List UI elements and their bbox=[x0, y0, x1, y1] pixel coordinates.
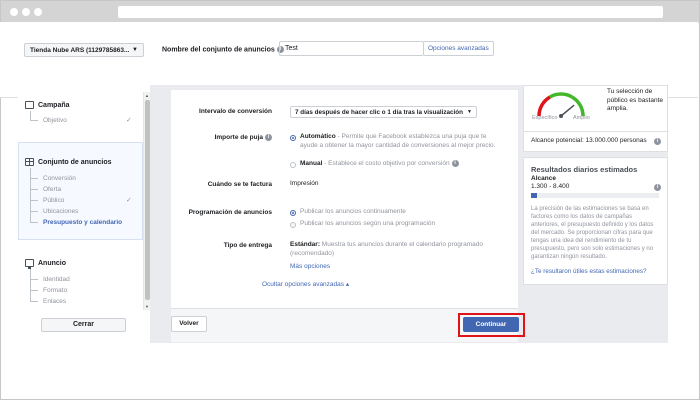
scroll-up-icon[interactable]: ▲ bbox=[145, 93, 149, 98]
tree-line bbox=[30, 269, 31, 301]
tree-tick bbox=[30, 200, 38, 201]
sidebar-item-enlaces[interactable]: Enlaces bbox=[43, 298, 66, 305]
bid-auto-text: Automático - Permite que Facebook establ… bbox=[300, 133, 500, 150]
panel-divider bbox=[524, 131, 667, 132]
scroll-down-icon[interactable]: ▼ bbox=[145, 304, 149, 309]
more-options-link[interactable]: Más opciones bbox=[290, 263, 330, 272]
tree-tick bbox=[30, 279, 38, 280]
tree-line bbox=[30, 168, 31, 222]
audience-description: Tu selección de público es bastante ampl… bbox=[607, 88, 664, 112]
sidebar-scrollbar[interactable]: ▲ ▼ bbox=[143, 92, 150, 310]
schedule-continuous-text: Publicar los anuncios continuamente bbox=[300, 208, 406, 215]
feedback-link[interactable]: ¿Te resultaron útiles estas estimaciones… bbox=[531, 268, 647, 277]
tree-tick bbox=[30, 189, 38, 190]
bid-amount-label: Importe de puja i bbox=[215, 134, 272, 141]
check-icon: ✓ bbox=[126, 117, 132, 124]
form-card bbox=[171, 90, 518, 308]
sidebar-section-label: Conjunto de anuncios bbox=[38, 158, 112, 166]
sidebar-item-presupuesto[interactable]: Presupuesto y calendario bbox=[43, 219, 122, 226]
bid-manual-desc: - Establece el costo objetivo por conver… bbox=[322, 160, 450, 168]
gauge-green-arc bbox=[549, 92, 573, 99]
sidebar-section-campaign[interactable]: Campaña bbox=[25, 101, 70, 109]
folder-icon bbox=[25, 101, 34, 109]
tree-line bbox=[30, 111, 31, 120]
window-maximize-dot[interactable] bbox=[34, 8, 42, 16]
tree-tick bbox=[30, 301, 38, 302]
sidebar-section-adset[interactable]: Conjunto de anuncios bbox=[25, 158, 112, 166]
sidebar-item-objetivo[interactable]: Objetivo bbox=[43, 117, 67, 124]
info-icon[interactable]: i bbox=[654, 184, 661, 191]
check-icon: ✓ bbox=[126, 197, 132, 204]
results-title: Resultados diarios estimados bbox=[531, 165, 638, 174]
sidebar-section-label: Anuncio bbox=[38, 259, 66, 267]
sidebar-item-ubicaciones[interactable]: Ubicaciones bbox=[43, 208, 78, 215]
tree-tick bbox=[30, 290, 38, 291]
schedule-continuous-radio[interactable] bbox=[290, 210, 296, 216]
billing-label: Cuándo se te factura bbox=[207, 181, 272, 188]
gauge-specific-label: Específico bbox=[532, 115, 558, 121]
conversion-window-select[interactable]: 7 días después de hacer clic o 1 día tra… bbox=[290, 106, 477, 118]
delivery-title: Estándar: bbox=[290, 241, 320, 248]
conversion-window-label: Intervalo de conversión bbox=[199, 108, 272, 115]
sidebar-item-oferta[interactable]: Oferta bbox=[43, 186, 61, 193]
potential-reach: Alcance potencial: 13.000.000 personas bbox=[531, 137, 647, 144]
hide-advanced-link[interactable]: Ocultar opciones avanzadas ▴ bbox=[262, 281, 349, 290]
tree-tick bbox=[30, 211, 38, 212]
info-icon[interactable]: i bbox=[451, 160, 459, 167]
advanced-options-button[interactable]: Opciones avanzadas bbox=[424, 41, 494, 56]
reach-bar-fill bbox=[531, 193, 538, 198]
account-select-label: Tienda Nube ARS (1129785863... bbox=[30, 47, 130, 54]
chevron-down-icon: ▼ bbox=[467, 109, 472, 115]
schedule-programmed-radio[interactable] bbox=[290, 222, 296, 228]
monitor-icon bbox=[25, 259, 34, 269]
bid-manual-radio[interactable] bbox=[290, 162, 296, 168]
gauge-hub bbox=[559, 114, 563, 118]
bid-manual-text: Manual - Establece el costo objetivo por… bbox=[300, 160, 500, 169]
chevron-down-icon: ▼ bbox=[132, 47, 138, 53]
continue-button[interactable]: Continuar bbox=[463, 317, 519, 332]
sidebar-item-conversion[interactable]: Conversión bbox=[43, 175, 76, 182]
sidebar-item-publico[interactable]: Público bbox=[43, 197, 64, 204]
scheduling-label: Programación de anuncios bbox=[188, 209, 272, 216]
delivery-label: Tipo de entrega bbox=[223, 242, 272, 249]
close-button[interactable]: Cerrar bbox=[41, 318, 126, 332]
grid-icon bbox=[25, 158, 34, 166]
sidebar-item-identidad[interactable]: Identidad bbox=[43, 276, 70, 283]
sidebar-item-formato[interactable]: Formato bbox=[43, 287, 67, 294]
delivery-text: Estándar: Muestra tus anuncios durante e… bbox=[290, 241, 495, 258]
schedule-programmed-text: Publicar los anuncios según una programa… bbox=[300, 220, 436, 227]
billing-value: Impresión bbox=[290, 180, 319, 187]
gauge-broad-label: Amplio bbox=[573, 115, 590, 121]
adset-name-input[interactable]: Test bbox=[279, 41, 424, 56]
info-icon[interactable]: i bbox=[654, 138, 661, 145]
adset-name-label-text: Nombre del conjunto de anuncios bbox=[162, 46, 275, 54]
adset-name-label: Nombre del conjunto de anuncios i bbox=[162, 46, 284, 53]
browser-titlebar bbox=[1, 1, 699, 23]
info-icon[interactable]: i bbox=[265, 134, 272, 141]
window-minimize-dot[interactable] bbox=[22, 8, 30, 16]
conversion-window-value: 7 días después de hacer clic o 1 día tra… bbox=[295, 109, 463, 116]
bid-auto-title: Automático bbox=[300, 133, 336, 140]
sidebar-section-ad[interactable]: Anuncio bbox=[25, 259, 66, 269]
sidebar-section-label: Campaña bbox=[38, 101, 70, 109]
results-disclaimer: La precisión de las estimaciones se basa… bbox=[531, 206, 654, 260]
address-bar[interactable] bbox=[118, 6, 663, 18]
bid-auto-radio[interactable] bbox=[290, 135, 296, 141]
bid-amount-label-text: Importe de puja bbox=[214, 134, 263, 142]
tree-tick bbox=[30, 178, 38, 179]
account-select[interactable]: Tienda Nube ARS (1129785863... ▼ bbox=[24, 43, 144, 57]
back-button[interactable]: Volver bbox=[171, 316, 207, 332]
window-close-dot[interactable] bbox=[10, 8, 18, 16]
reach-range: 1.300 - 8.400 bbox=[531, 183, 570, 190]
scrollbar-thumb[interactable] bbox=[145, 100, 150, 300]
tree-tick bbox=[30, 120, 38, 121]
bid-manual-title: Manual bbox=[300, 160, 323, 168]
reach-bar bbox=[531, 193, 659, 198]
tree-tick bbox=[30, 222, 38, 223]
